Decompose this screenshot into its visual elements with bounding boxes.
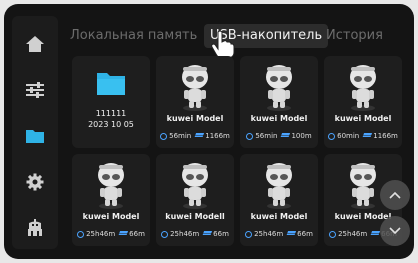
model-thumbnail [156, 160, 234, 212]
sidebar-item-files[interactable] [12, 116, 58, 156]
clock-icon [329, 230, 337, 238]
model-thumbnail [72, 160, 150, 212]
print-time: 56min [169, 132, 192, 140]
filament-length: 1166m [205, 132, 230, 140]
home-icon [26, 36, 44, 52]
print-time: 25h46m [338, 230, 368, 238]
file-card[interactable]: kuwei Model 56min 1166m [156, 56, 234, 148]
chevron-up-icon [389, 191, 401, 199]
layers-icon [362, 133, 373, 139]
printer-screen: Локальная память USB-накопитель История … [4, 4, 414, 259]
file-meta: 25h46m 66m [242, 230, 316, 238]
print-time: 25h46m [170, 230, 200, 238]
file-card[interactable]: kuwei Model 60min 1166m [324, 56, 402, 148]
model-thumbnail [240, 62, 318, 114]
file-grid: 111111 2023 10 05 kuwei Model 56min 1166… [72, 56, 410, 251]
filament-length: 66m [213, 230, 229, 238]
folder-date: 2023 10 05 [88, 120, 134, 129]
print-time: 56min [255, 132, 278, 140]
folder-name: 111111 [95, 109, 127, 118]
layers-icon [118, 231, 129, 237]
tab-local-storage[interactable]: Локальная память [70, 24, 197, 48]
file-card[interactable]: kuwei Model 25h46m 66m [72, 154, 150, 246]
gear-icon [26, 173, 44, 191]
filament-length: 100m [291, 132, 312, 140]
file-name: kuwei Model [166, 114, 224, 123]
file-name: kuwei Modell [165, 212, 225, 221]
layers-icon [286, 231, 297, 237]
print-time: 25h46m [86, 230, 116, 238]
sliders-icon [26, 82, 44, 98]
file-meta: 25h46m 66m [158, 230, 232, 238]
layers-icon [194, 133, 205, 139]
file-card[interactable]: kuwei Model 25h46m 66m [240, 154, 318, 246]
filament-length: 1166m [373, 132, 398, 140]
sidebar-item-settings-sliders[interactable] [12, 70, 58, 110]
file-name: kuwei Model [250, 114, 308, 123]
file-meta: 56min 1166m [158, 132, 232, 140]
file-meta: 25h46m 66m [74, 230, 148, 238]
sidebar-item-home[interactable] [12, 24, 58, 64]
scroll-up-button[interactable] [380, 180, 410, 210]
clock-icon [245, 230, 253, 238]
folder-label: 111111 2023 10 05 [72, 108, 150, 130]
clock-icon [246, 132, 254, 140]
model-thumbnail [240, 160, 318, 212]
file-card[interactable]: kuwei Modell 25h46m 66m [156, 154, 234, 246]
layers-icon [202, 231, 213, 237]
sidebar-item-system[interactable] [12, 162, 58, 202]
folder-icon [26, 130, 44, 143]
folder-icon [97, 73, 125, 95]
print-time: 25h46m [254, 230, 284, 238]
file-name: kuwei Model [334, 114, 392, 123]
file-name: kuwei Model [250, 212, 308, 221]
model-thumbnail [156, 62, 234, 114]
scroll-down-button[interactable] [380, 216, 410, 246]
file-meta: 60min 1166m [326, 132, 400, 140]
layers-icon [370, 231, 381, 237]
layers-icon [280, 133, 291, 139]
file-meta: 56min 100m [242, 132, 316, 140]
filament-length: 66m [129, 230, 145, 238]
clock-icon [328, 132, 336, 140]
robot-icon [28, 219, 42, 236]
sidebar-item-assistant[interactable] [12, 208, 58, 248]
clock-icon [77, 230, 85, 238]
clock-icon [161, 230, 169, 238]
tab-history[interactable]: История [326, 24, 383, 48]
print-time: 60min [337, 132, 360, 140]
clock-icon [160, 132, 168, 140]
model-thumbnail [324, 62, 402, 114]
chevron-down-icon [389, 227, 401, 235]
file-card[interactable]: kuwei Model 56min 100m [240, 56, 318, 148]
filament-length: 66m [297, 230, 313, 238]
sidebar [12, 16, 58, 249]
folder-card[interactable]: 111111 2023 10 05 [72, 56, 150, 148]
file-name: kuwei Model [82, 212, 140, 221]
